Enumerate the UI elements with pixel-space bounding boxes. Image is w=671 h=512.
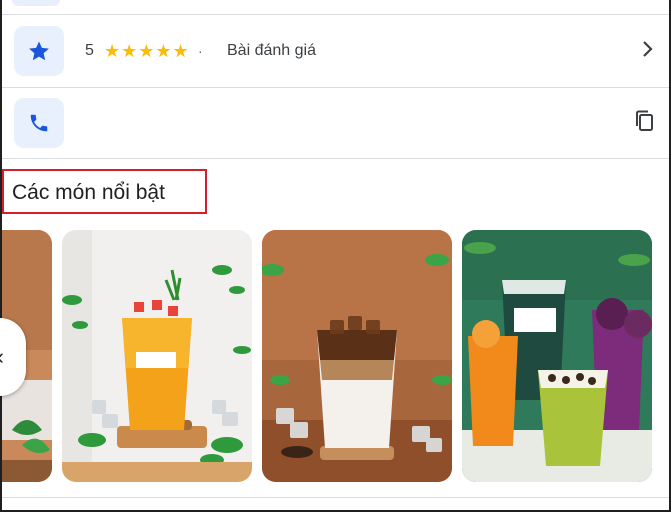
phone-icon	[14, 98, 64, 148]
divider	[2, 158, 669, 159]
separator-dot: ·	[198, 43, 203, 59]
section-title: Các món nổi bật	[12, 181, 165, 204]
phone-row[interactable]	[2, 87, 669, 159]
drink-card-3[interactable]	[262, 230, 452, 482]
rating-stars: ★★★★★	[104, 40, 190, 61]
reviews-link[interactable]: Bài đánh giá	[227, 42, 316, 60]
drink-card-2[interactable]	[62, 230, 252, 482]
divider	[2, 497, 669, 498]
chevron-right-icon[interactable]	[641, 40, 655, 63]
rating-value: 5	[85, 42, 94, 59]
star-icon	[14, 26, 64, 76]
chevron-left-icon: ‹	[0, 344, 4, 370]
copy-icon[interactable]	[633, 109, 655, 138]
previous-row-tile	[12, 0, 60, 6]
rating-row[interactable]: 5 ★★★★★ · Bài đánh giá	[2, 15, 669, 87]
drink-card-4[interactable]	[462, 230, 652, 482]
